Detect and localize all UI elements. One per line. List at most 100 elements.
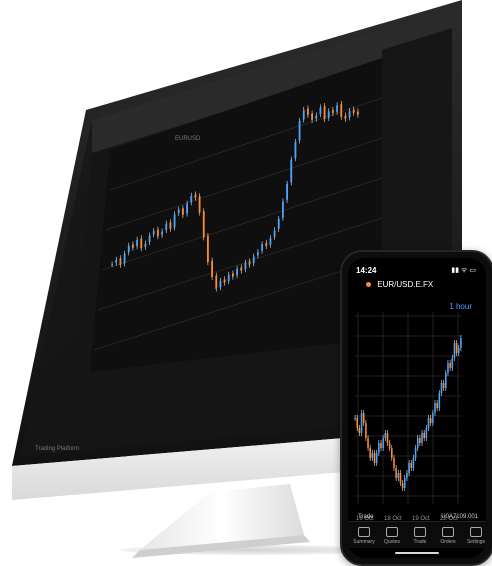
candle <box>421 433 423 443</box>
candle <box>432 413 434 423</box>
candle <box>371 453 374 458</box>
candle <box>311 113 313 121</box>
candle <box>115 259 118 264</box>
trade-label[interactable]: Trade <box>358 514 373 520</box>
candle <box>388 443 391 448</box>
candle <box>219 280 222 288</box>
candle <box>408 463 410 473</box>
quotes-icon <box>386 527 398 537</box>
candle <box>173 214 176 228</box>
candle <box>207 235 209 263</box>
candle <box>127 245 130 253</box>
candle <box>232 273 234 277</box>
candle <box>399 473 402 483</box>
candle <box>144 243 147 248</box>
tab-quotes-label: Quotes <box>383 539 401 545</box>
candle <box>423 433 425 438</box>
candle <box>302 109 305 120</box>
candle <box>169 221 172 230</box>
phone-gridlines <box>354 312 462 504</box>
tab-summary-label: Summary <box>353 539 375 545</box>
candle <box>403 478 406 488</box>
candle <box>414 448 417 458</box>
candle <box>460 338 462 348</box>
candle <box>455 343 458 353</box>
tab-settings[interactable]: Settings <box>462 527 486 545</box>
candle <box>445 373 447 388</box>
candle <box>447 363 449 373</box>
tab-trade-label: Trade <box>413 539 427 545</box>
candle <box>244 262 247 270</box>
account-id: U0A7109.001 <box>441 514 478 520</box>
candle <box>401 483 404 488</box>
candle <box>140 238 143 249</box>
candle <box>286 183 288 201</box>
candle <box>198 196 201 213</box>
candle <box>367 438 369 448</box>
candle <box>386 433 389 443</box>
candle <box>186 203 189 214</box>
candle <box>382 438 384 448</box>
home-indicator <box>395 552 439 554</box>
candle <box>393 458 395 468</box>
candle <box>425 428 428 438</box>
candle <box>165 223 168 231</box>
candle <box>344 115 347 120</box>
candle <box>369 448 371 458</box>
candle <box>323 105 326 120</box>
phone-chart: 16 Oct 18 Oct 19 Oct 22 Oct <box>354 312 462 522</box>
candle <box>240 267 243 271</box>
candle <box>223 279 226 283</box>
candle <box>319 107 322 115</box>
candle <box>290 159 293 183</box>
candle <box>182 208 184 216</box>
candle <box>438 393 441 408</box>
candle <box>298 120 301 141</box>
candle <box>412 458 415 468</box>
candle <box>416 438 419 448</box>
candle <box>360 413 363 433</box>
tab-trade[interactable]: Trade <box>406 527 434 545</box>
phone-screen: 14:24 ▮▮ ᯤ ▭ EUR/USD.E.FX 1 hour 16 Oct 1… <box>348 258 486 558</box>
candle <box>440 383 443 393</box>
candle <box>356 418 359 428</box>
candle <box>427 418 430 428</box>
candle <box>410 463 413 468</box>
tab-summary[interactable]: Summary <box>350 527 378 545</box>
phone-time: 14:24 <box>356 266 377 275</box>
tab-orders[interactable]: Orders <box>434 527 462 545</box>
candle <box>375 453 378 463</box>
candle <box>307 108 309 116</box>
candle <box>449 363 451 368</box>
candle <box>282 201 284 219</box>
candle <box>373 453 376 463</box>
candle <box>429 418 432 423</box>
candle <box>227 274 230 282</box>
tab-quotes[interactable]: Quotes <box>378 527 406 545</box>
candle <box>332 109 334 114</box>
candle <box>257 251 259 256</box>
tab-orders-label: Orders <box>440 539 456 545</box>
candle <box>436 403 438 408</box>
candle <box>161 231 164 236</box>
settings-icon <box>470 527 482 537</box>
candle <box>148 235 151 243</box>
candle <box>157 229 159 237</box>
phone-instrument[interactable]: EUR/USD.E.FX <box>366 280 433 289</box>
summary-icon <box>358 527 370 537</box>
candle <box>252 256 255 264</box>
candle <box>236 268 239 276</box>
candle <box>136 239 139 247</box>
candle <box>327 110 330 119</box>
candle <box>380 443 382 448</box>
candle <box>362 413 365 423</box>
candle <box>248 261 251 265</box>
candle <box>406 473 408 478</box>
candle <box>365 423 367 438</box>
candle <box>211 260 214 278</box>
trade-icon <box>414 527 426 537</box>
candle <box>123 253 126 264</box>
candle <box>152 230 155 235</box>
hero-illustration: EURUSD Trading Platform 14:24 ▮▮ ᯤ ▭ EUR… <box>0 0 492 566</box>
candle <box>119 258 122 266</box>
